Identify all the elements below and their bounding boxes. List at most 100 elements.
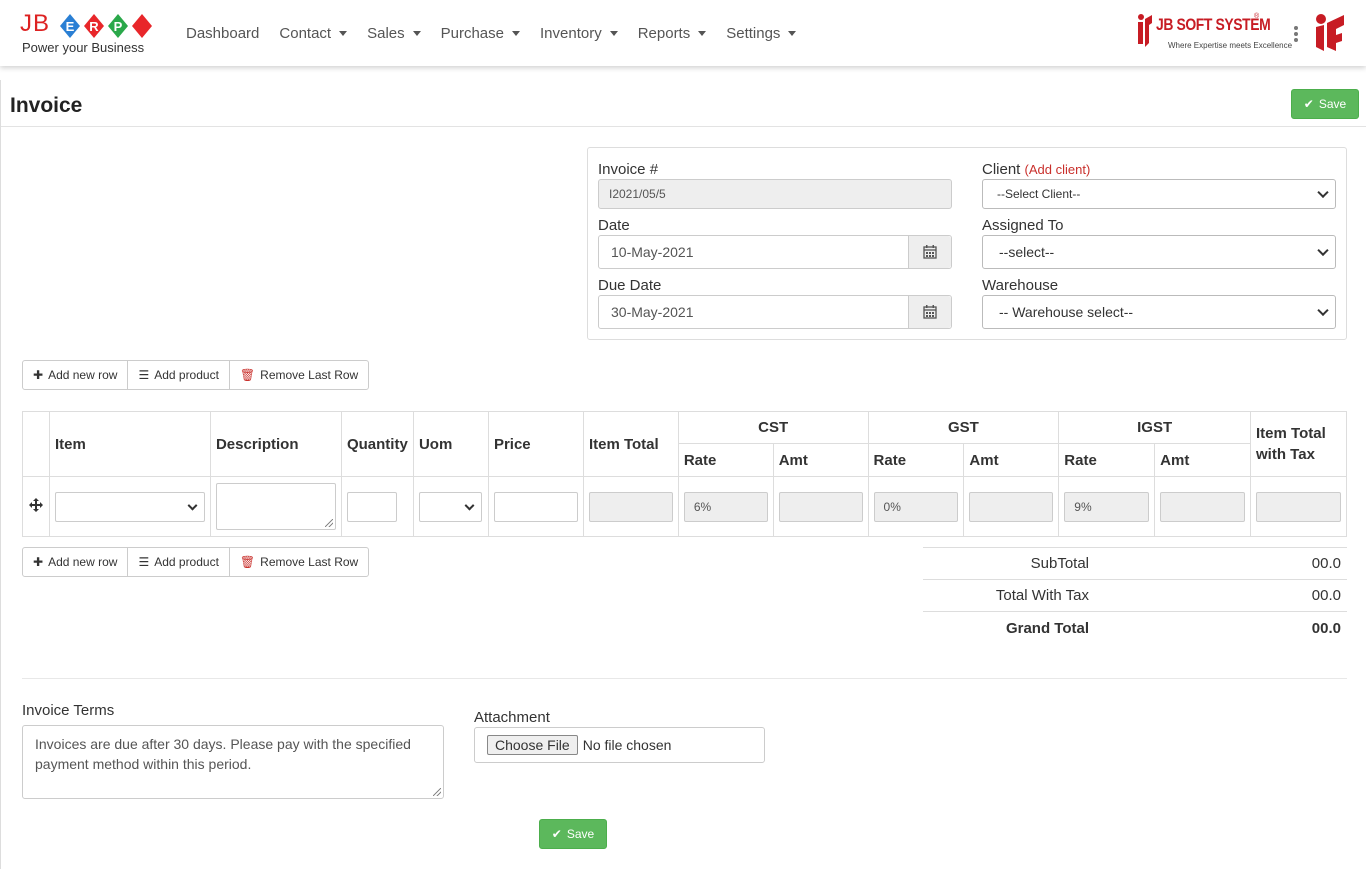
igst-rate-field: 9% [1064,491,1150,522]
jb-soft-system-logo: JB SOFT SYSTEM ® Where Expertise meets E… [1136,13,1292,53]
title-divider [1,126,1366,127]
col-cst-amt: Amt [772,443,869,477]
gst-amt-field [969,491,1054,522]
invoice-number-label: Invoice # [598,161,659,178]
igst-amt-field [1160,491,1246,522]
subtotal-row: SubTotal 00.0 [923,548,1347,580]
brand-tm: ® [1254,13,1260,20]
database-icon: ☰ [138,368,150,382]
page-title: Invoice [10,94,83,117]
grand-total-value: 00.0 [1311,619,1341,637]
top-navbar: JB E R P Power your Business Dashboard C… [0,0,1366,66]
caret-down-icon [788,30,797,36]
logo-tagline: Power your Business [22,40,145,55]
item-total-with-tax-field [1256,491,1341,522]
add-client-link[interactable]: Add client [1029,162,1086,177]
check-icon: ✔ [1303,97,1314,111]
trash-icon: 🗑 [239,555,256,569]
gst-rate-field: 0% [873,491,959,522]
plus-icon: ✚ [33,555,44,569]
chevron-down-icon [1317,186,1329,199]
add-product-button[interactable]: ☰ Add product [127,360,230,390]
client-label: Client (Add client) [982,161,1091,178]
nav-dashboard[interactable]: Dashboard [186,25,259,42]
chevron-down-icon [1317,304,1329,317]
logo-jb-text: JB [20,10,51,37]
date-label: Date [598,217,630,234]
item-total-field [588,491,673,522]
attachment-file-input[interactable]: Choose File No file chosen [474,727,765,763]
nav-sales[interactable]: Sales [367,25,421,42]
plus-icon: ✚ [33,368,44,382]
add-product-button[interactable]: ☰ Add product [127,547,230,577]
description-textarea[interactable] [215,483,336,530]
remove-last-row-button[interactable]: 🗑 Remove Last Row [228,547,370,577]
save-button-bottom[interactable]: ✔ Save [539,819,607,849]
jb-mark-icon [1138,14,1152,47]
nav-contact[interactable]: Contact [279,25,348,42]
logo-letter: P [114,19,123,34]
remove-last-row-button[interactable]: 🗑 Remove Last Row [228,360,370,390]
col-item-total-with-tax: Item Total with Tax [1250,411,1347,477]
item-select[interactable] [54,491,205,522]
calendar-icon[interactable] [908,296,951,328]
col-item-total: Item Total [582,411,679,477]
warehouse-label: Warehouse [982,277,1059,294]
col-igst-amt: Amt [1154,443,1252,477]
col-gst: GST [867,411,1060,444]
grand-total-label: Grand Total [1005,619,1089,637]
warehouse-select[interactable]: -- Warehouse select-- [982,295,1336,329]
client-select[interactable]: --Select Client-- [982,179,1336,209]
chevron-down-icon [187,500,198,511]
col-item: Item [48,411,211,477]
invoice-number-field: I2021/05/5 [598,179,952,209]
quantity-input[interactable] [346,491,397,522]
save-button-top[interactable]: ✔ Save [1291,89,1359,119]
uom-select[interactable] [418,491,482,522]
trash-icon: 🗑 [239,368,256,382]
drag-handle[interactable] [22,476,50,537]
choose-file-button[interactable]: Choose File [487,735,578,755]
main-nav: Dashboard Contact Sales Purchase Invento… [186,0,816,66]
invoice-terms-textarea[interactable]: Invoices are due after 30 days. Please p… [22,725,444,799]
nav-purchase[interactable]: Purchase [441,25,520,42]
due-date-field[interactable]: 30-May-2021 [598,295,952,329]
caret-down-icon [609,30,618,36]
due-date-label: Due Date [598,277,662,294]
grand-total-row: Grand Total 00.0 [923,612,1347,644]
cst-amt-field [778,491,863,522]
nav-inventory[interactable]: Inventory [540,25,618,42]
col-uom: Uom [412,411,489,477]
cst-rate-field: 6% [683,491,768,522]
file-status: No file chosen [582,737,672,753]
subtotal-value: 00.0 [1311,555,1341,572]
col-price: Price [487,411,584,477]
col-cst: CST [677,411,869,444]
date-field[interactable]: 10-May-2021 [598,235,952,269]
col-quantity: Quantity [340,411,414,477]
logo-diamonds: E R P [60,14,152,38]
price-input[interactable] [493,491,578,522]
user-avatar-logo[interactable] [1312,13,1348,53]
brand-tagline: Where Expertise meets Excellence [1168,41,1293,50]
nav-settings[interactable]: Settings [726,25,797,42]
add-new-row-button[interactable]: ✚ Add new row [22,360,129,390]
totals-summary: SubTotal 00.0 Total With Tax 00.0 Grand … [923,547,1347,644]
calendar-icon[interactable] [908,236,951,268]
assigned-to-select[interactable]: --select-- [982,235,1336,269]
nav-reports[interactable]: Reports [638,25,707,42]
more-menu-icon[interactable] [1294,26,1298,44]
caret-down-icon [698,30,707,36]
invoice-header-form: Invoice # I2021/05/5 Date 10-May-2021 Du… [587,147,1347,340]
attachment-label: Attachment [474,709,550,726]
total-with-tax-value: 00.0 [1311,587,1341,604]
invoice-page: Invoice ✔ Save Invoice # I2021/05/5 Date … [0,80,1366,869]
total-with-tax-label: Total With Tax [995,587,1089,604]
caret-down-icon [512,30,520,36]
chevron-down-icon [1317,244,1329,257]
invoice-items-table: Item Description Quantity Uom Price Item… [22,411,1347,537]
database-icon: ☰ [138,555,150,569]
add-new-row-button[interactable]: ✚ Add new row [22,547,129,577]
chevron-down-icon [464,500,475,511]
jberp-logo[interactable]: JB E R P Power your Business [20,10,155,56]
